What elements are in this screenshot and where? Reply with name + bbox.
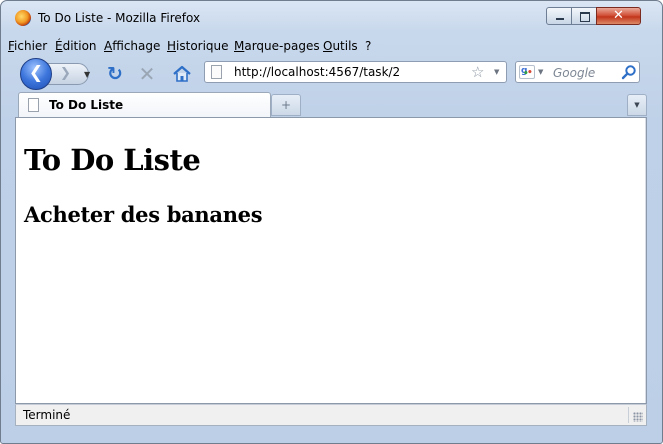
page-heading: To Do Liste (24, 143, 201, 177)
new-tab-button[interactable]: + (271, 94, 301, 116)
resize-grip-icon[interactable] (633, 412, 643, 422)
status-text: Terminé (23, 408, 71, 422)
new-tab-icon: + (280, 98, 292, 112)
forward-button[interactable]: ❯ (47, 63, 89, 85)
maximize-button[interactable] (571, 7, 597, 25)
search-bar[interactable]: g • • ▼ Google (515, 61, 640, 83)
menu-outils[interactable]: Outils (323, 39, 358, 53)
google-icon[interactable]: g • • (519, 65, 535, 79)
maximize-icon (580, 12, 590, 22)
reload-icon[interactable]: ↻ (105, 64, 125, 84)
menu-historique[interactable]: Historique (167, 39, 229, 53)
close-button[interactable]: ✕ (596, 7, 641, 25)
title-bar[interactable]: To Do Liste - Mozilla Firefox ✕ (1, 1, 662, 35)
status-divider (628, 407, 629, 423)
search-input[interactable]: Google (553, 66, 595, 80)
history-dropdown-icon[interactable]: ▼ (84, 70, 90, 79)
tab-list-button[interactable]: ▼ (627, 94, 647, 116)
tab-to-do-liste[interactable]: To Do Liste (18, 92, 271, 117)
back-button[interactable]: ❮ (20, 58, 52, 90)
status-bar: Terminé (15, 404, 647, 426)
window-title: To Do Liste - Mozilla Firefox (38, 11, 201, 25)
home-icon[interactable] (171, 64, 193, 84)
firefox-icon (15, 10, 31, 26)
page-icon (211, 65, 222, 79)
menu-fichier[interactable]: Fichier (8, 39, 47, 53)
tab-list-icon: ▼ (634, 101, 640, 109)
menu-affichage[interactable]: Affichage (104, 39, 160, 53)
stop-icon[interactable]: ✕ (137, 64, 157, 84)
browser-window: To Do Liste - Mozilla Firefox ✕ Fichier … (0, 0, 663, 444)
page-icon (28, 98, 39, 112)
menu-bar: Fichier Édition Affichage Historique Mar… (1, 37, 662, 55)
url-dropdown-icon[interactable]: ▼ (494, 68, 499, 76)
back-icon: ❮ (28, 63, 44, 83)
menu-marque-pages[interactable]: Marque-pages (234, 39, 320, 53)
bookmark-star-icon[interactable]: ☆ (471, 62, 484, 82)
tab-strip: To Do Liste + ▼ (15, 92, 647, 117)
minimize-button[interactable] (546, 7, 572, 25)
menu-help[interactable]: ? (365, 39, 371, 53)
search-engine-dropdown-icon[interactable]: ▼ (538, 68, 543, 76)
url-input[interactable]: http://localhost:4567/task/2 (234, 65, 400, 79)
magnifier-icon[interactable] (621, 64, 637, 80)
page-content: To Do Liste Acheter des bananes (15, 117, 647, 404)
task-title: Acheter des bananes (24, 202, 263, 227)
tab-label: To Do Liste (49, 98, 124, 112)
url-bar[interactable]: http://localhost:4567/task/2 ☆ ▼ (204, 61, 507, 83)
minimize-icon (556, 18, 564, 20)
menu-edition[interactable]: Édition (55, 39, 97, 53)
forward-icon: ❯ (60, 66, 71, 81)
content-edge (645, 118, 646, 403)
close-icon: ✕ (613, 8, 624, 23)
